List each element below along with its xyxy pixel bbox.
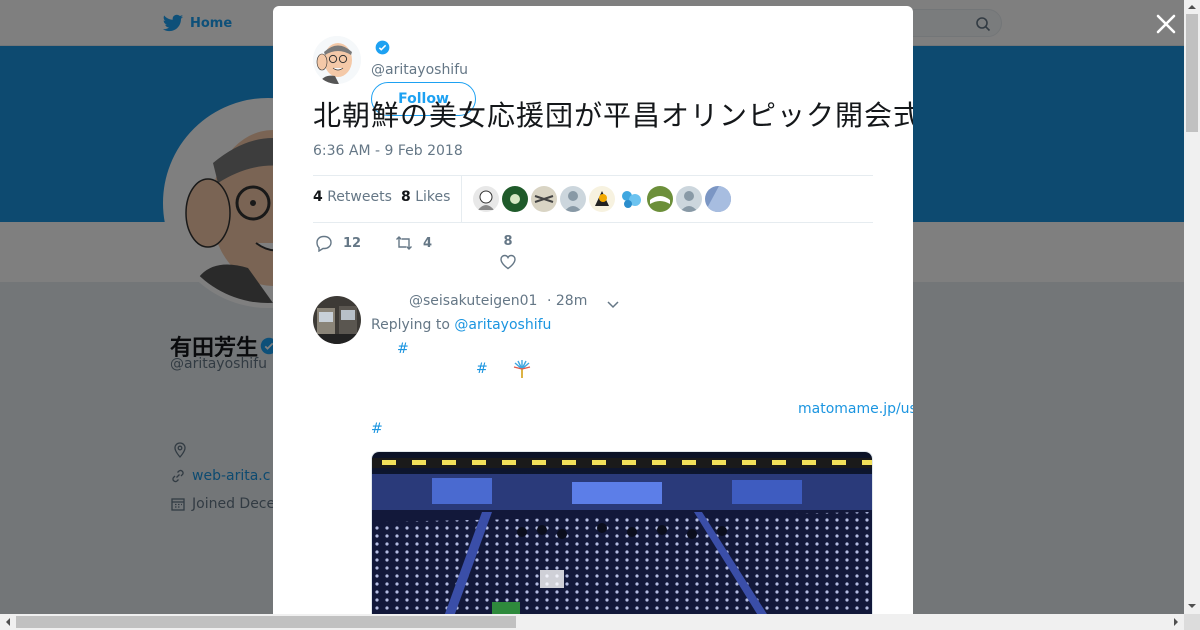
retweet-count: 4	[423, 235, 433, 251]
replying-prefix: Replying to	[371, 317, 450, 333]
tweet-text: 北朝鮮の美女応援団が平昌オリンピック開会式に登場。多くのテレビ局がその姿を追って…	[313, 99, 913, 132]
liker-avatar[interactable]	[705, 186, 731, 212]
reply-media-photo[interactable]	[371, 451, 873, 614]
reply-button[interactable]: 12	[315, 234, 361, 252]
reply-handle[interactable]: @seisakuteigen01	[409, 293, 537, 309]
liker-avatars	[473, 186, 731, 212]
retweets-label: Retweets	[327, 189, 392, 205]
scroll-right-arrow-icon[interactable]	[1170, 616, 1182, 628]
tweet-stats: 4 Retweets 8 Likes	[313, 175, 873, 223]
liker-avatar[interactable]	[473, 186, 499, 212]
retweet-button[interactable]: 4	[395, 234, 432, 252]
liker-avatar[interactable]	[647, 186, 673, 212]
horizontal-scrollbar-thumb[interactable]	[16, 616, 516, 628]
vertical-scrollbar-thumb[interactable]	[1186, 14, 1198, 132]
liker-avatar[interactable]	[531, 186, 557, 212]
scrollbar-corner	[1184, 614, 1200, 630]
chevron-down-icon[interactable]	[605, 296, 621, 312]
close-button[interactable]	[1154, 12, 1178, 36]
tweet-actions: 12 4 8	[313, 234, 873, 282]
close-icon	[1156, 14, 1176, 34]
author-avatar[interactable]	[313, 36, 361, 84]
replying-to: Replying to @aritayoshifu	[371, 317, 551, 333]
reply-icon	[316, 235, 332, 252]
liker-avatar[interactable]	[502, 186, 528, 212]
liker-avatar[interactable]	[676, 186, 702, 212]
reply-author-avatar[interactable]	[313, 296, 361, 344]
reply-avatar-photo	[313, 296, 361, 344]
hashtag-link[interactable]: #	[476, 361, 488, 377]
hashtag-link[interactable]: #	[397, 341, 409, 357]
author-avatar-illustration	[313, 36, 361, 84]
heart-icon	[500, 254, 516, 270]
author-handle[interactable]: @aritayoshifu	[371, 62, 468, 78]
retweets-count: 4	[313, 189, 323, 205]
like-count: 8	[503, 234, 513, 249]
stats-divider	[461, 176, 462, 222]
tweet-modal: @aritayoshifu Follow 北朝鮮の美女応援団が平昌オリンピック開…	[273, 6, 913, 614]
reply-time[interactable]: · 28m	[547, 293, 587, 309]
retweets-stat[interactable]: 4 Retweets	[313, 189, 392, 205]
scroll-down-arrow-icon[interactable]	[1186, 600, 1198, 612]
tweet-timestamp[interactable]: 6:36 AM - 9 Feb 2018	[313, 143, 463, 159]
reply-url-link[interactable]: matomame.jp/user/baron/617	[798, 401, 913, 417]
liker-avatar[interactable]	[618, 186, 644, 212]
like-button[interactable]: 8	[499, 234, 517, 271]
liker-avatar[interactable]	[560, 186, 586, 212]
vertical-scrollbar[interactable]	[1184, 0, 1200, 614]
verified-icon	[375, 40, 390, 55]
likes-label: Likes	[415, 189, 451, 205]
reply-count: 12	[343, 235, 362, 251]
hashtag-link[interactable]: #	[371, 421, 383, 437]
horizontal-scrollbar[interactable]	[0, 614, 1184, 630]
likes-stat[interactable]: 8 Likes	[401, 189, 450, 205]
scroll-left-arrow-icon[interactable]	[2, 616, 14, 628]
stadium-photo	[372, 452, 872, 614]
retweet-icon	[396, 236, 412, 250]
sparkle-emoji-icon	[513, 360, 531, 378]
replying-to-link[interactable]: @aritayoshifu	[454, 317, 551, 333]
likes-count: 8	[401, 189, 411, 205]
liker-avatar[interactable]	[589, 186, 615, 212]
scroll-up-arrow-icon[interactable]	[1186, 1, 1198, 13]
